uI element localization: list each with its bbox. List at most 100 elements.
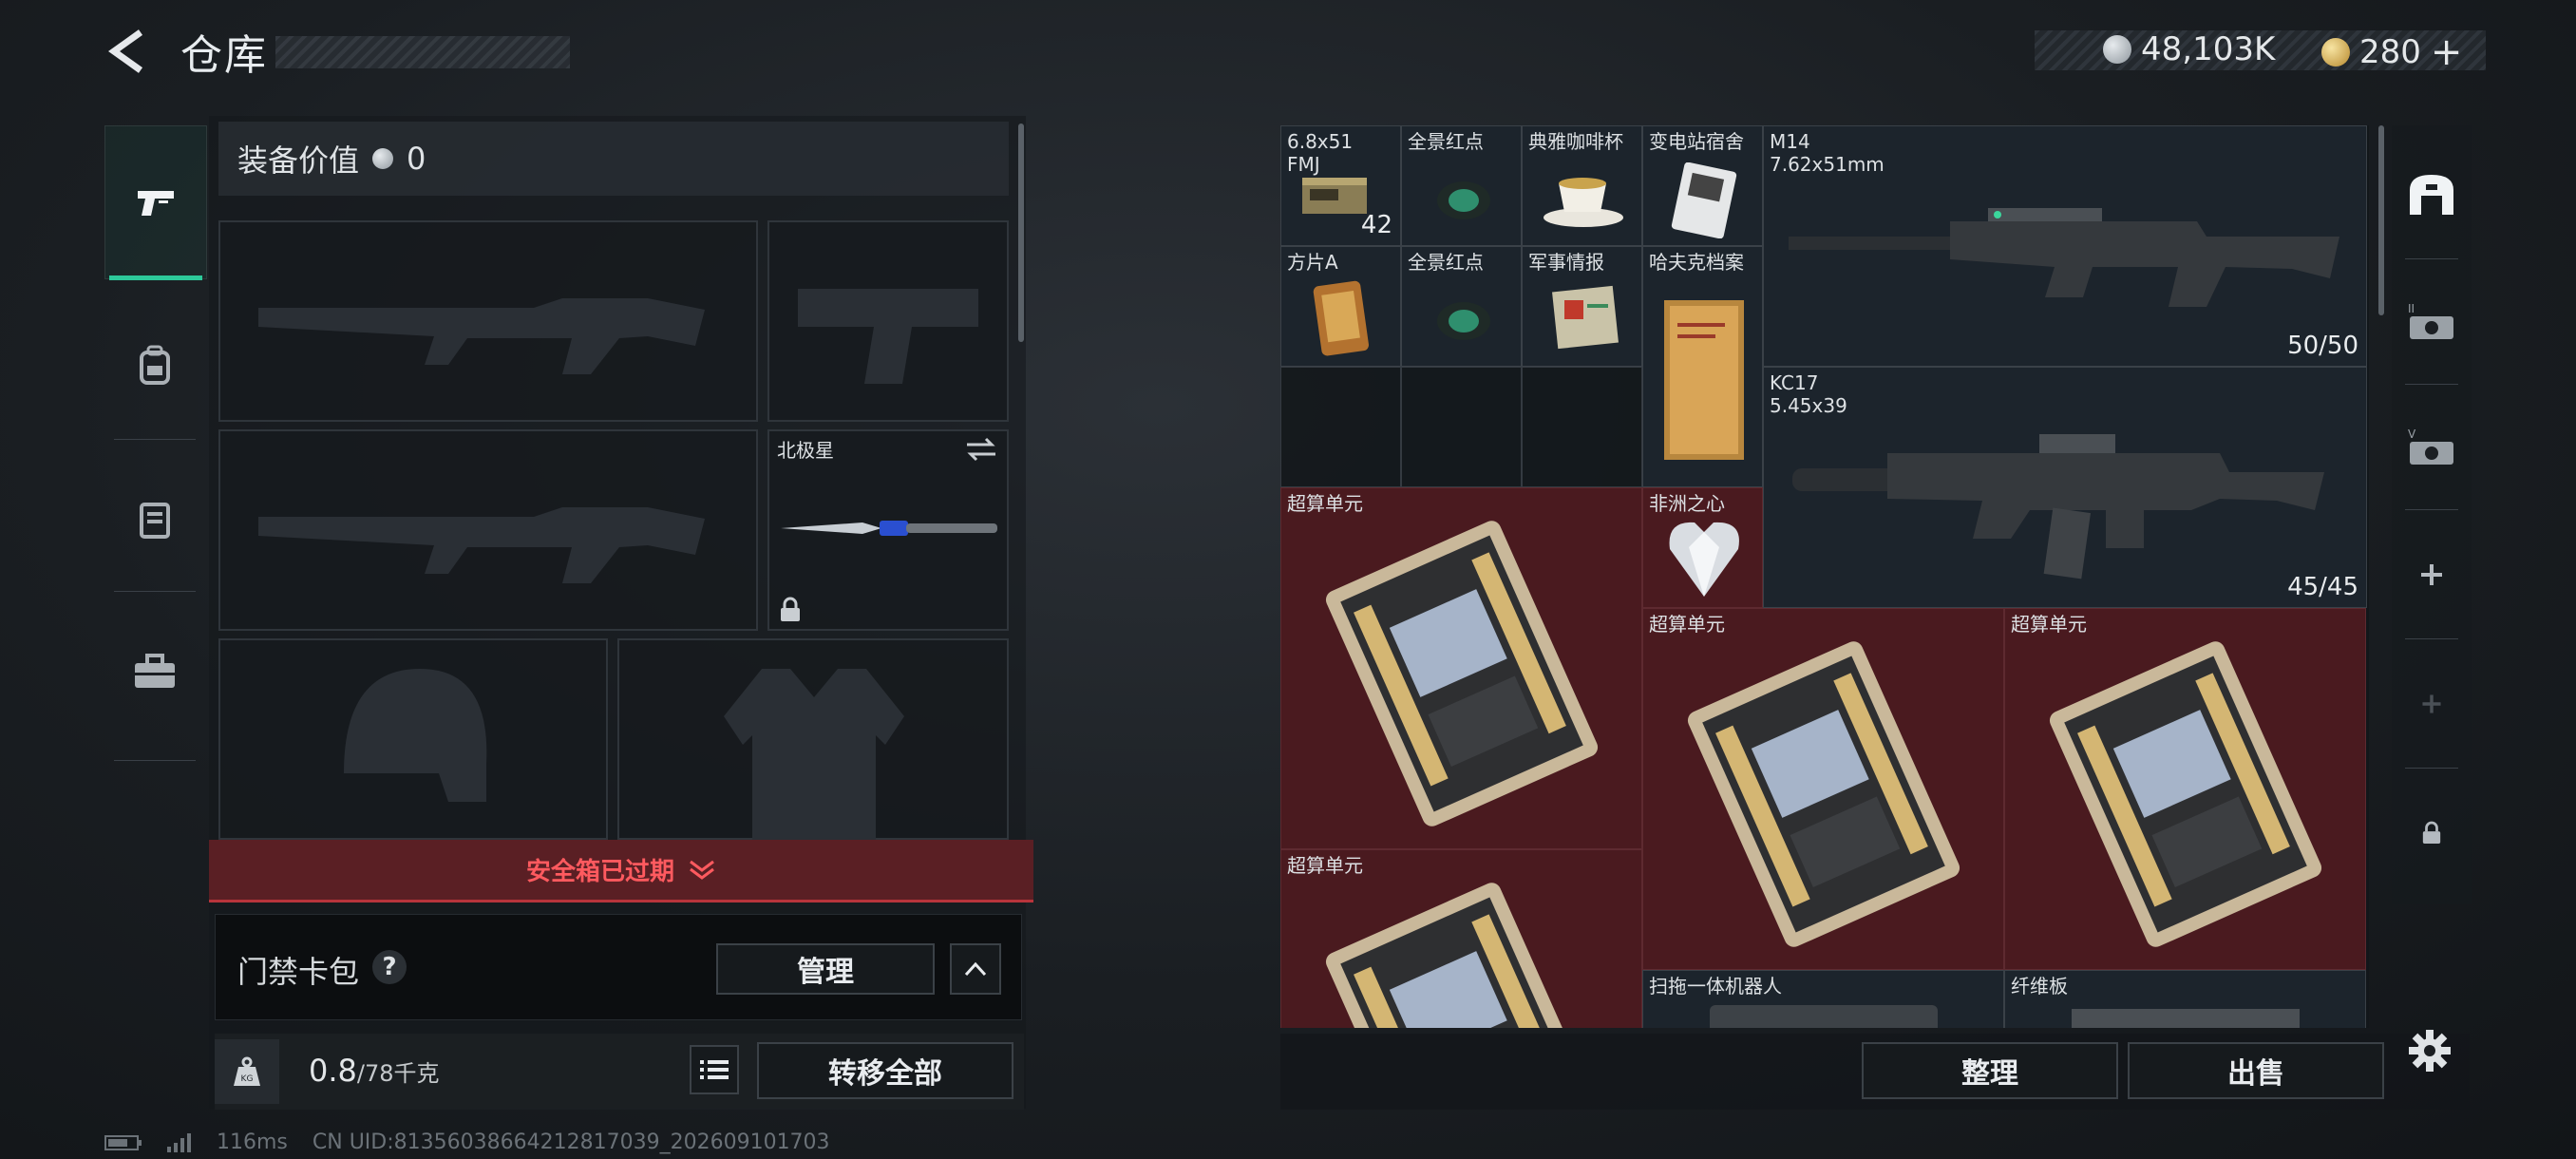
item-name: 超算单元 [2011,613,2087,636]
kg-weight-icon: KG [234,1056,260,1086]
stash-item-supercompute[interactable]: 超算单元 [1642,608,2004,970]
stash-item-supercompute[interactable]: 超算单元 [2004,608,2366,970]
tab-storage-2[interactable]: II [2392,260,2472,384]
back-button[interactable] [103,27,152,76]
plus-icon [2421,564,2442,585]
user-uid: CN UID:8135603866421281703­9_20260910170… [312,1130,830,1154]
stash-item-heart-of-africa[interactable]: 非洲之心 [1642,487,1763,608]
sell-button[interactable]: 出售 [2128,1042,2384,1099]
stash-item-kc17[interactable]: KC17 5.45x39 45/45 [1763,367,2367,608]
item-name: 变电站宿舍 [1649,130,1744,153]
svg-text:II: II [2408,302,2415,315]
gold-coin-icon [2321,38,2350,66]
stash-scrollbar[interactable] [2378,125,2384,315]
title-decoration [275,36,570,68]
secondary-weapon-slot[interactable] [218,429,758,631]
rail-divider [114,760,196,761]
sidearm-slot[interactable] [767,220,1009,422]
rail-weapons[interactable] [104,125,207,280]
rifle-silhouette-icon [258,507,705,583]
rifle-silhouette-icon [258,298,705,374]
item-name: 扫拖一体机器人 [1649,975,1782,998]
armor-slot[interactable] [617,638,1009,840]
stash-item-supercompute[interactable]: 超算单元 [1280,487,1642,849]
circuit-board-icon [1687,641,1960,947]
item-name: 全景红点 [1408,251,1484,274]
melee-slot[interactable]: 北极星 [767,429,1009,631]
storage-camera-icon: II [2408,302,2453,339]
ping: 116ms [217,1130,288,1154]
intel-document-icon [1552,285,1619,350]
item-name: 超算单元 [1287,854,1363,877]
helmet-slot[interactable] [218,638,608,840]
circuit-board-icon [1325,883,1599,1028]
swap-icon[interactable] [965,437,997,462]
item-name: 超算单元 [1649,613,1725,636]
tab-storage-5[interactable]: V [2392,386,2472,509]
grid-cell [1522,367,1642,487]
help-icon[interactable]: ? [372,950,407,984]
stash-item-red-dot[interactable]: 全景红点 [1401,246,1522,367]
item-name: 纤维板 [2011,975,2068,998]
stash-item-fiber-board[interactable]: 纤维板 [2004,970,2366,1028]
double-chevron-down-icon [690,860,714,880]
gold-currency[interactable]: 280 + [2321,30,2462,74]
safebox-expired-banner[interactable]: 安全箱已过期 [209,840,1033,902]
rail-backpack[interactable] [104,294,205,437]
item-name: 超算单元 [1287,492,1363,515]
helmet-silhouette-icon [344,669,487,802]
svg-text:KG: KG [241,1074,254,1084]
lock-icon [2422,821,2441,844]
manage-button[interactable]: 管理 [716,943,935,995]
sort-button[interactable]: 整理 [1862,1042,2118,1099]
stash-item-robot-vacuum[interactable]: 扫拖一体机器人 [1642,970,2004,1028]
robot-vacuum-icon [1710,1005,1938,1028]
diamond-icon [1669,522,1739,597]
stash-item-tablet[interactable]: 方片A [1280,246,1401,367]
backpack-icon [140,345,170,385]
rail-toolbox[interactable] [104,600,205,743]
item-name: 哈夫克档案 [1649,251,1744,274]
category-rail [104,116,207,762]
status-line: 116ms CN UID:8135603866421281703­9_20260… [104,1130,830,1154]
warehouse-icon [2410,175,2453,215]
back-arrow-icon [107,29,143,73]
collapse-button[interactable] [950,943,1001,995]
active-indicator [109,276,202,280]
stash-item-ammo[interactable]: 6.8x51 FMJ 42 [1280,125,1401,246]
stash-item-m14[interactable]: M14 7.62x51mm 50/50 [1763,125,2367,367]
list-icon [700,1060,729,1079]
locked-storage [2392,771,2472,895]
battery-icon [104,1134,142,1150]
settings-button[interactable] [2403,1024,2456,1077]
list-view-button[interactable] [690,1045,739,1094]
rail-divider [2405,638,2458,639]
weight-icon: KG [215,1039,279,1104]
folder-file-icon [1664,300,1744,460]
silver-currency: 48,103K [2103,30,2275,68]
stash-item-supercompute[interactable]: 超算单元 [1280,849,1642,1028]
stash-item-harvard-file[interactable]: 哈夫克档案 [1642,246,1763,487]
stash-item-red-dot[interactable]: 全景红点 [1401,125,1522,246]
lock-icon [781,597,800,621]
equipment-scrollbar[interactable] [1018,124,1024,342]
item-count: 42 [1360,211,1392,239]
armor-vest-icon [140,503,170,539]
melee-name: 北极星 [777,439,834,462]
kc17-rifle-icon [1792,434,2324,580]
fiber-board-icon [2072,1009,2300,1028]
gear-icon [2409,1030,2451,1072]
stash-item-intel[interactable]: 军事情报 [1522,246,1642,367]
stash-item-key-card[interactable]: 变电站宿舍 [1642,125,1763,246]
tab-warehouse-main[interactable] [2392,133,2472,256]
weight-readout: 0.8/78千克 [309,1053,440,1089]
primary-weapon-slot[interactable] [218,220,758,422]
transfer-all-button[interactable]: 转移全部 [757,1042,1013,1099]
item-ammo-count: 45/45 [2287,573,2358,601]
rail-armor[interactable] [104,448,205,591]
add-storage-button[interactable] [2392,513,2472,636]
add-gold-button[interactable]: + [2431,30,2463,74]
item-name: M14 [1770,130,1810,153]
stash-item-coffee-cup[interactable]: 典雅咖啡杯 [1522,125,1642,246]
teacup-icon [1544,178,1623,227]
